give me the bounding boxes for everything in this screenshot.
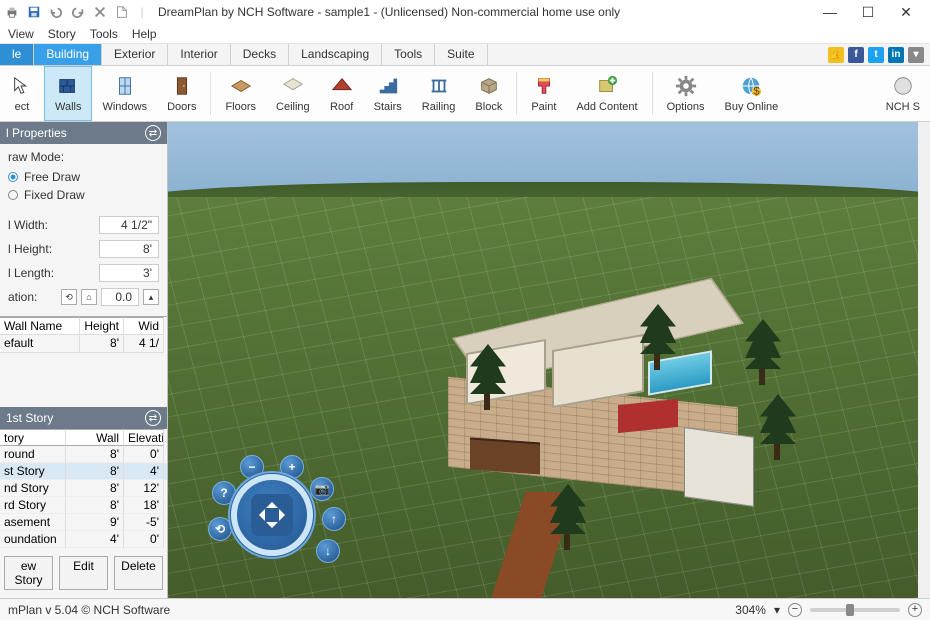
width-input[interactable]: 4 1/2" bbox=[99, 216, 159, 234]
minimize-button[interactable]: — bbox=[820, 4, 840, 21]
ribbon-roof[interactable]: Roof bbox=[320, 66, 364, 121]
tab-file[interactable]: le bbox=[0, 44, 34, 65]
menu-tools[interactable]: Tools bbox=[90, 27, 118, 41]
like-icon[interactable]: 👍 bbox=[828, 47, 844, 63]
camera-reset-icon[interactable]: ⌂ bbox=[81, 289, 97, 305]
tab-building[interactable]: Building bbox=[34, 44, 102, 65]
nav-wheel: ? − + 📷 ↑ ↓ ⟲ bbox=[198, 453, 348, 573]
nav-down-icon[interactable]: ↓ bbox=[316, 539, 340, 563]
statusbar: mPlan v 5.04 © NCH Software 304% ▾ − + bbox=[0, 598, 930, 620]
tab-tools[interactable]: Tools bbox=[382, 44, 435, 65]
radio-free-draw[interactable]: Free Draw bbox=[8, 168, 159, 186]
ribbon-paint[interactable]: Paint bbox=[521, 66, 566, 121]
wall-row[interactable]: efault 8' 4 1/ bbox=[0, 335, 167, 353]
rotation-label: ation: bbox=[8, 290, 37, 304]
ribbon-ceiling[interactable]: Ceiling bbox=[266, 66, 320, 121]
new-file-icon[interactable] bbox=[114, 4, 130, 20]
panel-story-header[interactable]: 1st Story ⇄ bbox=[0, 407, 167, 429]
story-row[interactable]: asement9'-5' bbox=[0, 514, 167, 531]
story-row[interactable]: nd Story8'12' bbox=[0, 480, 167, 497]
cut-icon[interactable] bbox=[92, 4, 108, 20]
status-text: mPlan v 5.04 © NCH Software bbox=[8, 603, 170, 617]
print-icon[interactable] bbox=[4, 4, 20, 20]
ribbon-nch[interactable]: NCH S bbox=[876, 66, 930, 121]
linkedin-icon[interactable]: in bbox=[888, 47, 904, 63]
story-row[interactable]: st Story8'4' bbox=[0, 463, 167, 480]
edit-story-button[interactable]: Edit bbox=[59, 556, 108, 590]
length-label: l Length: bbox=[8, 266, 54, 280]
ribbon: ect Walls Windows Doors Floors Ceiling R… bbox=[0, 66, 930, 122]
story-col-height[interactable]: Wall Height bbox=[66, 429, 124, 446]
rotation-input[interactable]: 0.0 bbox=[101, 288, 139, 306]
draw-mode-label: raw Mode: bbox=[8, 150, 159, 164]
length-input[interactable]: 3' bbox=[99, 264, 159, 282]
ribbon-select[interactable]: ect bbox=[0, 66, 44, 121]
ribbon-add-content[interactable]: Add Content bbox=[566, 66, 647, 121]
close-button[interactable]: ✕ bbox=[896, 4, 916, 21]
menubar: View Story Tools Help bbox=[0, 24, 930, 44]
height-label: l Height: bbox=[8, 242, 52, 256]
zoom-chevron-icon[interactable]: ▾ bbox=[774, 603, 780, 617]
sidebar: l Properties ⇄ raw Mode: Free Draw Fixed… bbox=[0, 122, 168, 598]
titlebar: | DreamPlan by NCH Software - sample1 - … bbox=[0, 0, 930, 24]
maximize-button[interactable]: ☐ bbox=[858, 4, 878, 21]
window-title: DreamPlan by NCH Software - sample1 - (U… bbox=[158, 5, 820, 19]
wall-col-name[interactable]: Wall Name bbox=[0, 317, 80, 335]
tab-landscaping[interactable]: Landscaping bbox=[289, 44, 382, 65]
zoom-slider[interactable] bbox=[810, 608, 900, 612]
story-col-name[interactable]: tory bbox=[0, 429, 66, 446]
menu-story[interactable]: Story bbox=[48, 27, 76, 41]
width-label: l Width: bbox=[8, 218, 48, 232]
delete-story-button[interactable]: Delete bbox=[114, 556, 163, 590]
nav-pan-wheel[interactable] bbox=[228, 471, 316, 559]
nav-up-icon[interactable]: ↑ bbox=[322, 507, 346, 531]
ribbon-stairs[interactable]: Stairs bbox=[364, 66, 412, 121]
new-story-button[interactable]: ew Story bbox=[4, 556, 53, 590]
wall-col-height[interactable]: Height bbox=[80, 317, 124, 335]
zoom-out-button[interactable]: − bbox=[788, 603, 802, 617]
ribbon-windows[interactable]: Windows bbox=[92, 66, 157, 121]
facebook-icon[interactable]: f bbox=[848, 47, 864, 63]
panel-story-title: 1st Story bbox=[6, 411, 53, 425]
story-col-elev[interactable]: Elevation bbox=[124, 429, 164, 446]
stepper-up-down-icon[interactable]: ▴ bbox=[143, 289, 159, 305]
panel-collapse-icon[interactable]: ⇄ bbox=[145, 125, 161, 141]
ribbon-floors[interactable]: Floors bbox=[215, 66, 266, 121]
panel-properties-header[interactable]: l Properties ⇄ bbox=[0, 122, 167, 144]
ribbon-buy-online[interactable]: $Buy Online bbox=[714, 66, 788, 121]
share-icon[interactable]: ▾ bbox=[908, 47, 924, 63]
svg-text:$: $ bbox=[754, 85, 760, 97]
zoom-level: 304% bbox=[735, 603, 766, 617]
panel-properties-title: l Properties bbox=[6, 126, 67, 140]
ribbon-options[interactable]: Options bbox=[657, 66, 715, 121]
tabstrip: le Building Exterior Interior Decks Land… bbox=[0, 44, 930, 66]
menu-view[interactable]: View bbox=[8, 27, 34, 41]
save-icon[interactable] bbox=[26, 4, 42, 20]
height-input[interactable]: 8' bbox=[99, 240, 159, 258]
viewport-3d[interactable]: ? − + 📷 ↑ ↓ ⟲ bbox=[168, 122, 930, 598]
story-row[interactable]: round Level8'0' bbox=[0, 446, 167, 463]
tab-suite[interactable]: Suite bbox=[435, 44, 487, 65]
tab-interior[interactable]: Interior bbox=[168, 44, 230, 65]
ribbon-walls[interactable]: Walls bbox=[44, 66, 92, 121]
story-row[interactable]: rd Story8'18' bbox=[0, 497, 167, 514]
wall-table: Wall Name Height Wid efault 8' 4 1/ bbox=[0, 316, 167, 353]
ribbon-doors[interactable]: Doors bbox=[157, 66, 206, 121]
ribbon-block[interactable]: Block bbox=[465, 66, 512, 121]
radio-fixed-draw[interactable]: Fixed Draw bbox=[8, 186, 159, 204]
tab-decks[interactable]: Decks bbox=[231, 44, 289, 65]
redo-icon[interactable] bbox=[70, 4, 86, 20]
undo-icon[interactable] bbox=[48, 4, 64, 20]
zoom-in-button[interactable]: + bbox=[908, 603, 922, 617]
twitter-icon[interactable]: t bbox=[868, 47, 884, 63]
story-row[interactable]: oundation4'0' bbox=[0, 531, 167, 548]
ribbon-railing[interactable]: Railing bbox=[412, 66, 466, 121]
orbit-icon[interactable]: ⟲ bbox=[61, 289, 77, 305]
panel-story-collapse-icon[interactable]: ⇄ bbox=[145, 410, 161, 426]
wall-col-width[interactable]: Wid bbox=[124, 317, 164, 335]
tab-exterior[interactable]: Exterior bbox=[102, 44, 168, 65]
story-table: tory Wall Height Elevation round Level8'… bbox=[0, 429, 167, 548]
menu-help[interactable]: Help bbox=[132, 27, 157, 41]
